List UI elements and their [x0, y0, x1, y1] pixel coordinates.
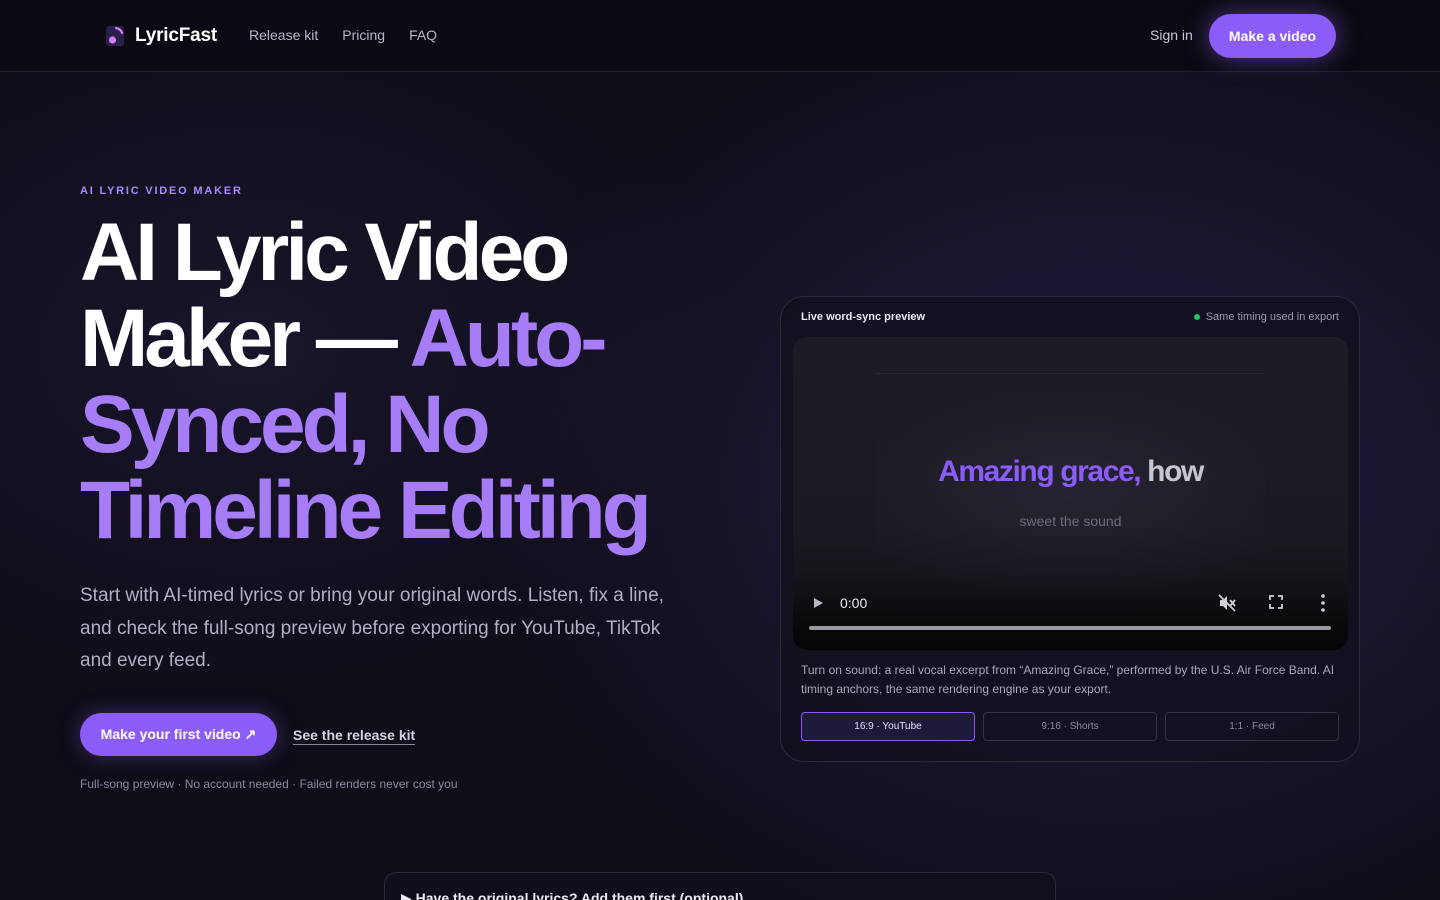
- make-video-button[interactable]: Make a video: [1209, 14, 1336, 58]
- nav-link-pricing[interactable]: Pricing: [342, 27, 385, 43]
- top-nav: LyricFast Release kit Pricing FAQ Sign i…: [0, 0, 1440, 72]
- video-controls: 0:00: [793, 573, 1348, 650]
- original-lyrics-disclosure[interactable]: ▶ Have the original lyrics? Add them fir…: [384, 872, 1056, 900]
- lyric-next-line: sweet the sound: [1019, 513, 1122, 529]
- brand-name: LyricFast: [135, 25, 217, 46]
- ratio-tab-shorts[interactable]: 9:16 · Shorts: [983, 712, 1157, 741]
- play-icon[interactable]: [811, 595, 825, 611]
- ratio-tab-youtube[interactable]: 16:9 · YouTube: [801, 712, 975, 741]
- mute-icon[interactable]: [1217, 593, 1237, 613]
- preview-caption: Turn on sound: a real vocal excerpt from…: [801, 663, 1335, 696]
- hero-eyebrow: AI LYRIC VIDEO MAKER: [80, 185, 243, 197]
- video-time: 0:00: [840, 595, 868, 611]
- release-kit-link[interactable]: See the release kit: [293, 727, 416, 745]
- lyric-sung-words: Amazing grace,: [938, 455, 1142, 488]
- status-dot-icon: [1193, 314, 1200, 320]
- preview-title: Live word-sync preview: [801, 311, 926, 323]
- fullscreen-icon[interactable]: [1268, 594, 1284, 610]
- ratio-tab-feed[interactable]: 1:1 · Feed: [1165, 712, 1339, 741]
- lyric-unsung-words: how: [1140, 455, 1204, 488]
- hero-subtext: Start with AI-timed lyrics or bring your…: [80, 585, 664, 671]
- video-progress-bar[interactable]: [809, 626, 1331, 630]
- preview-card: Live word-sync preview Same timing used …: [780, 296, 1360, 762]
- brand[interactable]: LyricFast: [104, 24, 217, 48]
- make-first-video-button[interactable]: Make your first video ↗: [80, 713, 277, 756]
- music-note-icon: [106, 26, 124, 46]
- more-options-icon[interactable]: [1320, 593, 1326, 613]
- disclosure-label: ▶ Have the original lyrics? Add them fir…: [401, 890, 744, 900]
- hero-headline: AI Lyric Video Maker — Auto-Synced, No T…: [80, 210, 740, 554]
- nav-link-faq[interactable]: FAQ: [409, 27, 437, 43]
- video-player[interactable]: Amazing grace, how sweet the sound 0:00: [793, 337, 1348, 650]
- lyric-current-line: Amazing grace, how: [793, 455, 1348, 489]
- preview-status: Same timing used in export: [1193, 311, 1339, 323]
- sign-in-link[interactable]: Sign in: [1150, 27, 1193, 43]
- nav-links: Release kit Pricing FAQ: [249, 27, 437, 43]
- nav-link-release-kit[interactable]: Release kit: [249, 27, 318, 43]
- aspect-ratio-tabs: 16:9 · YouTube 9:16 · Shorts 1:1 · Feed: [801, 712, 1339, 741]
- preview-status-text: Same timing used in export: [1205, 311, 1339, 323]
- hero-fineprint: Full-song preview · No account needed · …: [80, 777, 458, 791]
